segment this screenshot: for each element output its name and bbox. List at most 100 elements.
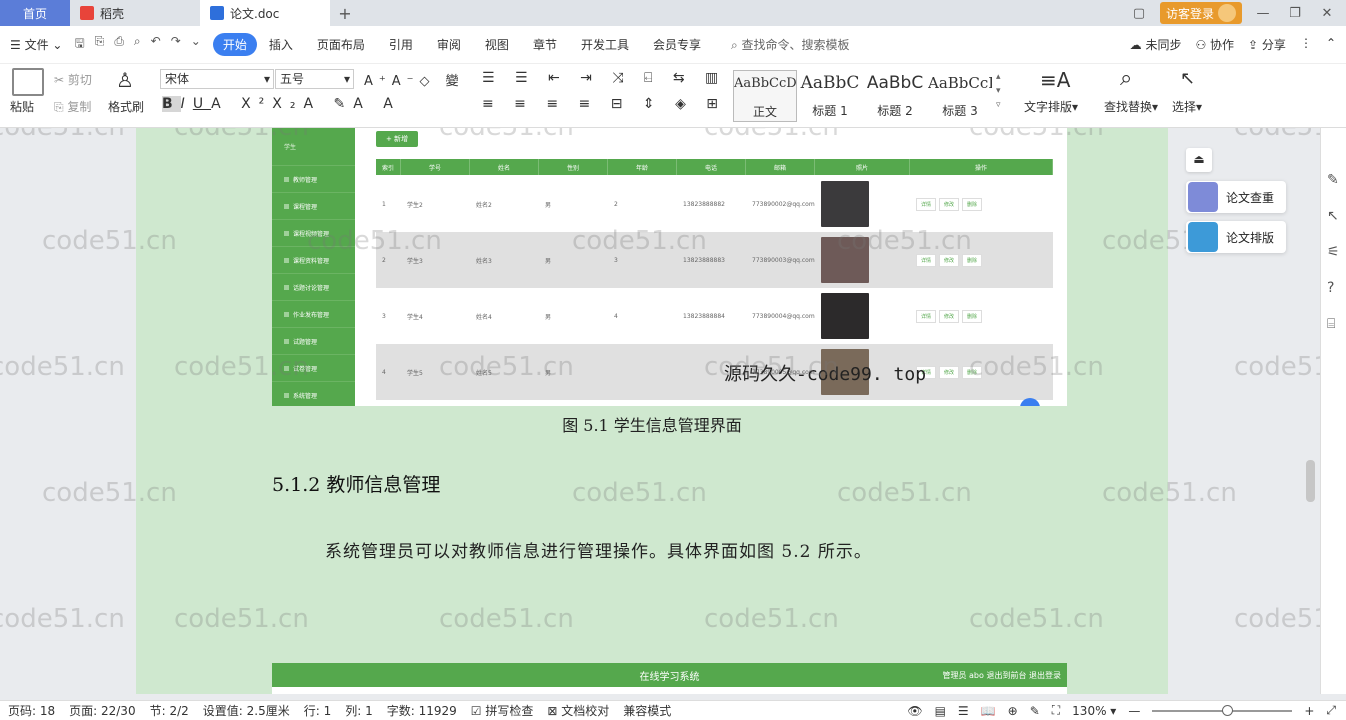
compat-mode: 兼容模式	[623, 704, 672, 718]
menu-review[interactable]: 审阅	[425, 36, 473, 53]
styles-scroll-icon[interactable]: ▴ ▾ ▿	[996, 70, 1001, 112]
menu-start[interactable]: 开始	[212, 33, 257, 56]
save-icon[interactable]: 🖫	[74, 34, 84, 55]
guest-login-button[interactable]: 访客登录	[1159, 2, 1242, 24]
style-heading-3[interactable]: AaBbCcI 标题 3	[928, 70, 992, 122]
style-normal[interactable]: AaBbCcDd 正文	[733, 70, 797, 122]
menu-file[interactable]: ☰ 文件 ⌄	[10, 36, 74, 53]
style-heading-1[interactable]: AaBbC 标题 1	[798, 70, 862, 122]
spell-check-button[interactable]: ☑ 拼写检查	[471, 702, 534, 719]
web-view-icon[interactable]: ⊕	[1008, 704, 1018, 718]
find-replace-button[interactable]: 查找替换▾	[1104, 98, 1158, 115]
paragraph-tools[interactable]: ☰ ☰ ⇤ ⇥ ⤨ ⍇ ⇆ ▥	[482, 70, 726, 86]
document-area[interactable]: 学生 教师管理 课程管理 课程视频管理 课程资料管理 话题讨论管理 作业发布管理…	[0, 128, 1320, 694]
find-icon[interactable]: ⌕	[1120, 66, 1132, 91]
fig-header-cell: 邮箱	[746, 159, 815, 175]
menu-member[interactable]: 会员专享	[641, 36, 713, 53]
export-icon[interactable]: ⎘	[95, 34, 105, 55]
sync-status[interactable]: ☁ 未同步	[1130, 36, 1182, 53]
paper-check-label: 论文查重	[1226, 190, 1275, 205]
fig-sidebar-item: 作业发布管理	[272, 301, 355, 328]
print-icon[interactable]: ⎙	[114, 34, 124, 55]
select-button[interactable]: 选择▾	[1172, 98, 1202, 115]
underline-button[interactable]: U	[193, 96, 211, 112]
paste-icon[interactable]	[12, 68, 44, 96]
font-size-tools[interactable]: A⁺A⁻◇ 變	[364, 70, 465, 89]
scrollbar-thumb[interactable]	[1306, 460, 1315, 502]
menu-insert[interactable]: 插入	[257, 36, 305, 53]
paper-check-button[interactable]: 论文查重	[1186, 181, 1286, 213]
eye-protection-icon[interactable]: 👁	[907, 704, 922, 718]
reading-view-icon[interactable]: 📖	[981, 704, 996, 718]
zoom-in-button[interactable]: +	[1304, 704, 1314, 718]
fig2-header-links: 管理员 abo 退出到前台 退出登录	[942, 670, 1061, 680]
menu-dev-tools[interactable]: 开发工具	[569, 36, 641, 53]
tab-document[interactable]: 论文.doc	[200, 0, 330, 26]
fit-page-icon[interactable]: ⛶	[1052, 703, 1060, 718]
cut-button[interactable]: ✂ 剪切	[54, 71, 92, 88]
fullscreen-icon[interactable]: ⤢	[1326, 703, 1336, 718]
zoom-slider-knob[interactable]	[1222, 704, 1234, 716]
menu-view[interactable]: 视图	[473, 36, 521, 53]
text-layout-icon[interactable]: ≡A	[1040, 68, 1070, 92]
more-icon[interactable]: ⌄	[191, 34, 201, 55]
tab-daoke[interactable]: 稻壳	[70, 0, 200, 26]
format-painter-icon[interactable]: ♙	[116, 68, 134, 92]
fig-sidebar-item: 系统管理	[272, 382, 355, 406]
outline-view-icon[interactable]: ☰	[958, 704, 969, 718]
ribbon: 粘贴 ✂ 剪切 ⎘ 复制 ♙ 格式刷 宋体 ▾ 五号 ▾ A⁺A⁻◇ 變 BIUA …	[0, 64, 1346, 128]
format-painter-button[interactable]: 格式刷	[108, 98, 144, 115]
status-pages[interactable]: 页面: 22/30	[69, 702, 135, 719]
text-layout-button[interactable]: 文字排版▾	[1024, 98, 1078, 115]
bold-button[interactable]: B	[162, 96, 181, 112]
command-search[interactable]: ⌕ 查找命令、搜索模板	[713, 36, 850, 53]
page[interactable]: 学生 教师管理 课程管理 课程视频管理 课程资料管理 话题讨论管理 作业发布管理…	[136, 128, 1168, 694]
collapse-panel-button[interactable]: ⏏	[1186, 148, 1212, 172]
paper-layout-button[interactable]: 论文排版	[1186, 221, 1286, 253]
cursor-icon[interactable]: ↖	[1180, 68, 1195, 89]
menu-reference[interactable]: 引用	[377, 36, 425, 53]
paper-layout-label: 论文排版	[1226, 230, 1275, 245]
copy-button[interactable]: ⎘ 复制	[54, 98, 91, 115]
font-format-tools[interactable]: BIUA X²X₂A ✎A A	[162, 96, 401, 112]
menu-layout[interactable]: 页面布局	[305, 36, 377, 53]
share-button[interactable]: ⇪ 分享	[1248, 36, 1286, 53]
tab-home[interactable]: 首页	[0, 0, 70, 26]
font-size-select[interactable]: 五号 ▾	[275, 69, 354, 89]
collapse-ribbon-icon[interactable]: ⌃	[1326, 36, 1336, 53]
right-tool-panel: ✎ ↖ ⚟? ⌸	[1320, 128, 1346, 694]
restore-icon[interactable]: ❐	[1284, 6, 1306, 21]
page-view-icon[interactable]: ▤	[935, 704, 946, 718]
fig-sidebar-item: 教师管理	[272, 166, 355, 193]
fig-header-cell: 年龄	[608, 159, 677, 175]
table-row: 1 学生2 姓名2 男 2 13823888882 773890002@qq.c…	[376, 176, 1053, 232]
new-tab-button[interactable]: +	[330, 0, 360, 26]
window-layout-icon[interactable]: ▢	[1128, 6, 1150, 21]
redo-icon[interactable]: ↷	[171, 34, 181, 55]
preview-icon[interactable]: ⌕	[134, 34, 141, 55]
fig-header-cell: 索引	[376, 159, 401, 175]
fig-sidebar: 学生 教师管理 课程管理 课程视频管理 课程资料管理 话题讨论管理 作业发布管理…	[272, 128, 355, 406]
vertical-scrollbar[interactable]	[1303, 150, 1315, 690]
undo-icon[interactable]: ↶	[151, 34, 161, 55]
proofread-button[interactable]: ⊠ 文档校对	[547, 702, 609, 719]
italic-button[interactable]: I	[181, 96, 193, 112]
zoom-slider[interactable]	[1152, 704, 1293, 716]
paste-button[interactable]: 粘贴	[10, 98, 34, 115]
pen-icon[interactable]: ✎	[1030, 704, 1040, 718]
zoom-level[interactable]: 130% ▾	[1072, 704, 1116, 718]
fig-header-cell: 电话	[677, 159, 746, 175]
zoom-out-button[interactable]: —	[1128, 704, 1140, 718]
style-heading-2[interactable]: AaBbC 标题 2	[863, 70, 927, 122]
more-options-icon[interactable]: ⋮	[1300, 36, 1312, 53]
minimize-icon[interactable]: —	[1252, 6, 1274, 21]
fig-header-cell: 照片	[815, 159, 910, 175]
menu-section[interactable]: 章节	[521, 36, 569, 53]
side-tools[interactable]: ✎ ↖ ⚟? ⌸	[1327, 162, 1340, 342]
alignment-tools[interactable]: ≡ ≡ ≡ ≡ ⊟ ⇕ ◈ ⊞	[482, 96, 726, 112]
status-words[interactable]: 字数: 11929	[387, 702, 457, 719]
font-family-select[interactable]: 宋体 ▾	[160, 69, 274, 89]
student-photo	[821, 181, 869, 227]
collaborate-button[interactable]: ⚇ 协作	[1195, 36, 1234, 53]
close-icon[interactable]: ✕	[1316, 6, 1338, 21]
